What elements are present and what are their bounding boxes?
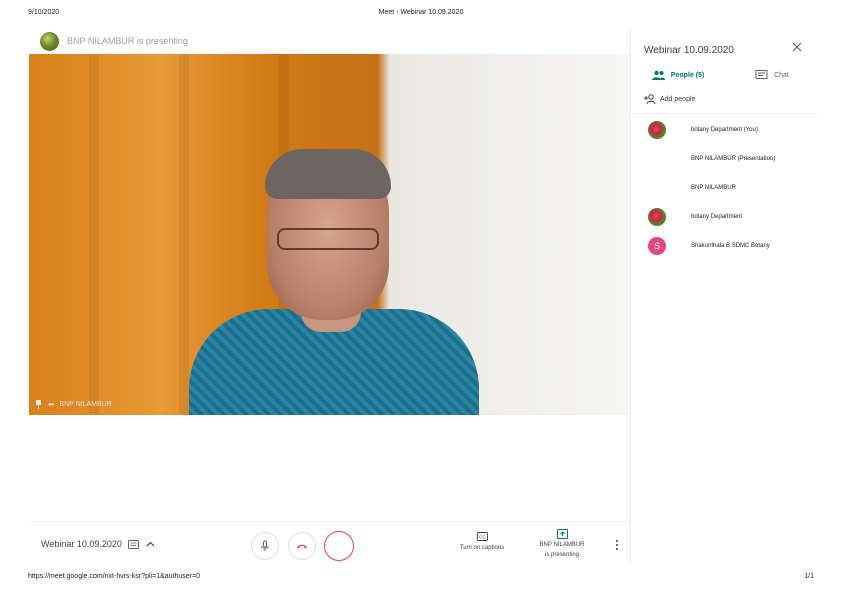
presenter-avatar: [40, 31, 59, 51]
tab-people[interactable]: People (5): [631, 66, 725, 84]
microphone-button[interactable]: [251, 532, 279, 560]
speaker-figure: [265, 149, 391, 199]
add-person-icon: [644, 94, 656, 104]
presenting-button[interactable]: BNP NILAMBUR is presenting: [527, 529, 597, 559]
list-item[interactable]: BNP NILAMBUR: [631, 173, 819, 202]
people-list: botany Department (You) BNP NILAMBUR (Pr…: [631, 115, 819, 260]
people-icon: [651, 70, 665, 80]
captions-label: Turn on captions: [459, 545, 505, 551]
participant-name: BNP NILAMBUR (Presentation): [691, 155, 776, 162]
presenter-bar: BNP NILAMBUR is presenting: [40, 31, 188, 51]
list-item[interactable]: botany Department: [631, 202, 819, 231]
avatar: [648, 120, 666, 139]
video-background-detail: [89, 54, 99, 415]
tab-people-label: People (5): [670, 71, 705, 79]
participant-name: botany Department: [691, 213, 743, 220]
list-item[interactable]: BNP NILAMBUR (Presentation): [631, 144, 819, 173]
video-background-detail: [179, 54, 189, 415]
hang-up-icon: [297, 544, 307, 549]
panel-header: Webinar 10.09.2020: [644, 40, 810, 56]
bottom-control-bar: Webinar 10.09.2020 CC Turn on captions B…: [29, 521, 630, 565]
participant-name: botany Department (You): [691, 126, 758, 133]
video-tile-label: ••• BNP NILAMBUR: [35, 400, 112, 409]
captions-icon: CC: [476, 532, 488, 541]
list-item[interactable]: S Shakunthala B SDMC Botany: [631, 231, 819, 260]
participant-name: BNP NILAMBUR: [691, 184, 736, 191]
print-url: https://meet.google.com/nxt-hvrs-ksr?pli…: [28, 573, 200, 580]
tab-chat-label: Chat: [774, 71, 789, 79]
svg-text:CC: CC: [479, 534, 486, 539]
speaker-figure: [277, 228, 379, 250]
meeting-details[interactable]: Webinar 10.09.2020: [41, 539, 156, 549]
list-item[interactable]: botany Department (You): [631, 115, 819, 144]
leave-call-button[interactable]: [288, 532, 316, 560]
participant-name: Shakunthala B SDMC Botany: [691, 242, 770, 249]
print-footer: https://meet.google.com/nxt-hvrs-ksr?pli…: [28, 573, 814, 585]
avatar: S: [648, 236, 666, 255]
add-people-button[interactable]: Add people: [644, 94, 695, 104]
captions-button[interactable]: CC Turn on captions: [447, 532, 517, 551]
panel-title: Webinar 10.09.2020: [644, 45, 734, 56]
add-people-label: Add people: [660, 95, 696, 103]
side-panel: Webinar 10.09.2020 People (5) Chat Add p…: [630, 28, 819, 564]
more-dots-icon[interactable]: •••: [48, 400, 54, 409]
main-video-tile[interactable]: ••• BNP NILAMBUR: [29, 54, 630, 415]
presenter-status-text: BNP NILAMBUR is presenting: [67, 36, 188, 46]
video-tile-name: BNP NILAMBUR: [59, 401, 112, 408]
pin-icon[interactable]: [35, 400, 42, 409]
avatar: [648, 207, 666, 226]
tab-chat[interactable]: Chat: [725, 66, 819, 84]
panel-tabs: People (5) Chat: [631, 66, 819, 84]
microphone-icon: [261, 540, 269, 551]
presenting-label-line2: is presenting: [544, 552, 580, 558]
more-options-icon[interactable]: [614, 539, 620, 551]
ticket-icon: [127, 539, 139, 549]
panel-divider: [631, 113, 819, 114]
chat-icon: [755, 70, 768, 79]
chevron-up-icon[interactable]: [145, 540, 156, 549]
print-title: Meet - Webinar 10.09.2020: [378, 9, 464, 16]
meeting-title: Webinar 10.09.2020: [41, 539, 122, 549]
print-header: 9/10/2020 Meet - Webinar 10.09.2020: [28, 9, 814, 21]
print-page-number: 1/1: [804, 573, 814, 580]
close-icon[interactable]: [790, 40, 804, 54]
present-screen-icon: [556, 529, 568, 539]
camera-button[interactable]: [324, 531, 354, 561]
presenting-label-line1: BNP NILAMBUR: [539, 542, 585, 548]
